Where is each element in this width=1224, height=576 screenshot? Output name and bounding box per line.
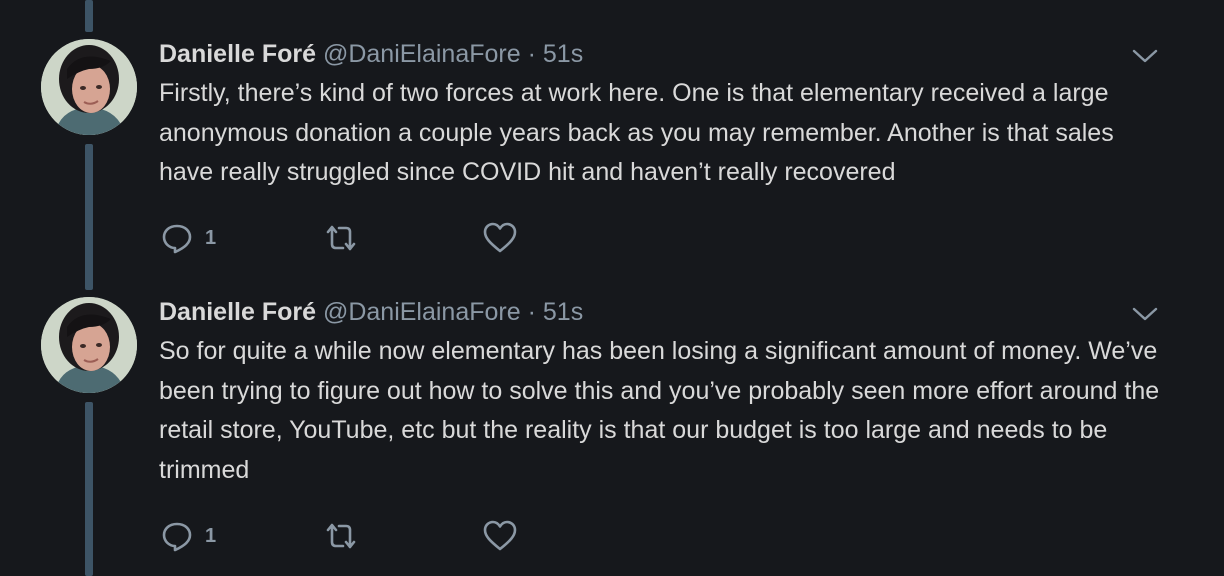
retweet-icon xyxy=(326,523,356,549)
author-name[interactable]: Danielle Foré xyxy=(159,298,316,326)
thread-line-top xyxy=(85,0,93,32)
timestamp[interactable]: 51s xyxy=(543,298,583,326)
avatar-photo xyxy=(41,39,137,135)
tweet[interactable]: Danielle Foré @DaniElainaFore · 51s Firs… xyxy=(0,38,1224,274)
avatar-photo xyxy=(41,297,137,393)
timestamp[interactable]: 51s xyxy=(543,40,583,68)
like-icon xyxy=(483,520,517,551)
retweet-button[interactable] xyxy=(322,516,360,556)
reply-icon xyxy=(162,224,192,254)
like-button[interactable] xyxy=(482,218,518,258)
author-name[interactable]: Danielle Foré xyxy=(159,40,316,68)
reply-icon xyxy=(162,522,192,552)
retweet-icon xyxy=(326,225,356,251)
chevron-down-icon[interactable] xyxy=(1130,44,1160,68)
reply-count: 1 xyxy=(205,226,217,249)
separator-dot: · xyxy=(527,298,536,326)
tweet-text: Firstly, there’s kind of two forces at w… xyxy=(159,79,1114,186)
author-handle[interactable]: @DaniElainaFore xyxy=(323,40,521,68)
like-icon xyxy=(483,222,517,253)
tweet-text: So for quite a while now elementary has … xyxy=(159,337,1160,484)
tweet-header: Danielle Foré @DaniElainaFore · 51s xyxy=(159,296,583,328)
chevron-down-icon[interactable] xyxy=(1130,302,1160,326)
reply-count: 1 xyxy=(205,524,217,547)
tweet-header: Danielle Foré @DaniElainaFore · 51s xyxy=(159,38,583,70)
reply-button[interactable]: 1 xyxy=(160,218,216,258)
tweet[interactable]: Danielle Foré @DaniElainaFore · 51s So f… xyxy=(0,296,1224,576)
like-button[interactable] xyxy=(482,516,518,556)
separator-dot: · xyxy=(527,40,536,68)
reply-button[interactable]: 1 xyxy=(160,516,216,556)
author-handle[interactable]: @DaniElainaFore xyxy=(323,298,521,326)
retweet-button[interactable] xyxy=(322,218,360,258)
timeline: Danielle Foré @DaniElainaFore · 51s Firs… xyxy=(0,0,1224,576)
avatar[interactable] xyxy=(41,39,137,135)
avatar[interactable] xyxy=(41,297,137,393)
